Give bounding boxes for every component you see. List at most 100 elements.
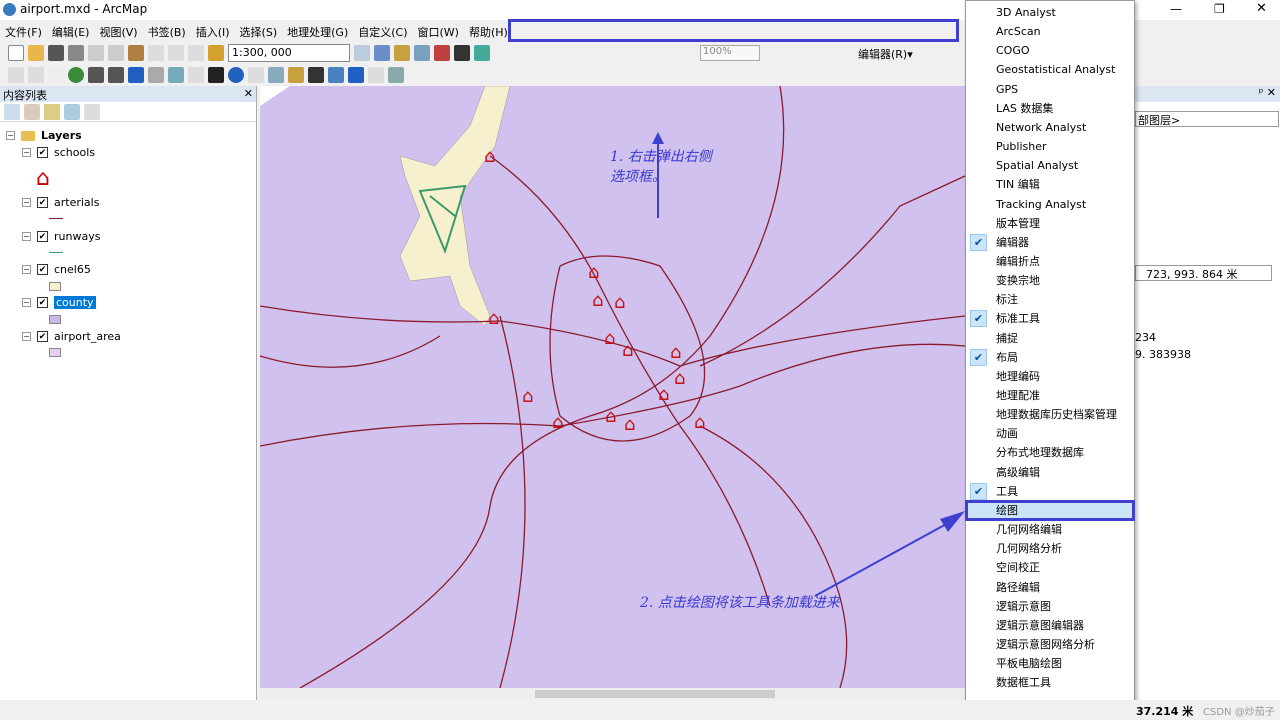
select-elements-icon[interactable]	[208, 67, 224, 83]
menu-item[interactable]: Network Analyst	[966, 118, 1134, 137]
options-icon[interactable]	[84, 104, 100, 120]
hyperlink-icon[interactable]	[248, 67, 264, 83]
forward-icon[interactable]	[148, 67, 164, 83]
paste-icon[interactable]	[128, 45, 144, 61]
zoom-in-icon[interactable]	[8, 67, 24, 83]
menu-item[interactable]: 地理配准	[966, 386, 1134, 405]
find-icon[interactable]	[308, 67, 324, 83]
find-route-icon[interactable]	[328, 67, 344, 83]
html-popup-icon[interactable]	[268, 67, 284, 83]
menu-item[interactable]: 地理编码	[966, 367, 1134, 386]
menu-7[interactable]: 自定义(C)	[353, 20, 412, 44]
menu-item[interactable]: 逻辑示意图编辑器	[966, 616, 1134, 635]
menu-item[interactable]: TIN 编辑	[966, 175, 1134, 194]
time-slider-icon[interactable]	[368, 67, 384, 83]
menu-4[interactable]: 插入(I)	[191, 20, 235, 44]
checkbox[interactable]: ✔	[37, 197, 48, 208]
full-extent-icon[interactable]	[68, 67, 84, 83]
select-features-icon[interactable]	[168, 67, 184, 83]
menu-item[interactable]: ✔ 标准工具	[966, 309, 1134, 328]
delete-icon[interactable]	[148, 45, 164, 61]
undo-icon[interactable]	[168, 45, 184, 61]
map-horizontal-scrollbar[interactable]	[260, 688, 965, 700]
menu-item[interactable]: 分布式地理数据库	[966, 443, 1134, 462]
menu-5[interactable]: 选择(S)	[235, 20, 283, 44]
menu-item[interactable]: 版本管理	[966, 214, 1134, 233]
menu-item[interactable]: Tracking Analyst	[966, 195, 1134, 214]
checkbox[interactable]: ✔	[37, 297, 48, 308]
menu-item[interactable]: 逻辑示意图网络分析	[966, 635, 1134, 654]
menu-item[interactable]: Geostatistical Analyst	[966, 60, 1134, 79]
maximize-button[interactable]: ❐	[1214, 2, 1225, 16]
layer-combobox[interactable]: 部图层>	[1135, 111, 1279, 127]
list-by-drawing-order-icon[interactable]	[4, 104, 20, 120]
fixed-zoom-in-icon[interactable]	[88, 67, 104, 83]
create-viewer-icon[interactable]	[388, 67, 404, 83]
clear-selection-icon[interactable]	[188, 67, 204, 83]
python-icon[interactable]	[454, 45, 470, 61]
catalog-icon[interactable]	[394, 45, 410, 61]
menu-item[interactable]: ✔ 编辑器	[966, 233, 1134, 252]
menu-item[interactable]: 数据框工具	[966, 673, 1134, 692]
checkbox[interactable]: ✔	[37, 264, 48, 275]
print-icon[interactable]	[68, 45, 84, 61]
checkbox[interactable]: ✔	[37, 231, 48, 242]
close-icon[interactable]: ✕	[244, 87, 253, 100]
close-button[interactable]: ✕	[1256, 1, 1267, 16]
zoom-out-icon[interactable]	[28, 67, 44, 83]
menu-item[interactable]: 地理数据库历史档案管理	[966, 405, 1134, 424]
menu-2[interactable]: 视图(V)	[94, 20, 142, 44]
layers-root[interactable]: − Layers	[6, 129, 82, 142]
menu-item[interactable]: 标注	[966, 290, 1134, 309]
menu-1[interactable]: 编辑(E)	[47, 20, 95, 44]
redo-icon[interactable]	[188, 45, 204, 61]
save-icon[interactable]	[48, 45, 64, 61]
layer-arterials[interactable]: − ✔ arterials	[22, 196, 99, 209]
menu-item[interactable]: 变换宗地	[966, 271, 1134, 290]
menu-item[interactable]: Spatial Analyst	[966, 156, 1134, 175]
layer-schools[interactable]: − ✔ schools	[22, 146, 95, 159]
menu-item[interactable]: 几何网络分析	[966, 539, 1134, 558]
list-by-visibility-icon[interactable]	[44, 104, 60, 120]
search-window-icon[interactable]	[414, 45, 430, 61]
cut-icon[interactable]	[88, 45, 104, 61]
modelbuilder-icon[interactable]	[474, 45, 490, 61]
scale-combobox[interactable]: 1:300, 000	[228, 44, 350, 62]
layer-cnel65[interactable]: − ✔ cnel65	[22, 263, 91, 276]
menu-3[interactable]: 书签(B)	[143, 20, 191, 44]
fixed-zoom-out-icon[interactable]	[108, 67, 124, 83]
back-icon[interactable]	[128, 67, 144, 83]
menu-item[interactable]: 逻辑示意图	[966, 597, 1134, 616]
arctoolbox-icon[interactable]	[434, 45, 450, 61]
menu-item[interactable]: 绘图	[965, 499, 1135, 521]
menu-6[interactable]: 地理处理(G)	[282, 20, 353, 44]
map-view[interactable]: ⌂ ⌂ ⌂ ⌂ ⌂ ⌂ ⌂ ⌂ ⌂ ⌂ ⌂ ⌂ ⌂ ⌂ ⌂ 1. 右击弹出右侧 选项框。 2. 点击绘图将该…	[260, 86, 965, 688]
menu-item[interactable]: ✔ 布局	[966, 348, 1134, 367]
list-by-source-icon[interactable]	[24, 104, 40, 120]
menu-item[interactable]: ✔ 工具	[966, 482, 1134, 501]
menu-item[interactable]: COGO	[966, 41, 1134, 60]
list-by-selection-icon[interactable]	[64, 104, 80, 120]
menu-item[interactable]: 捕捉	[966, 329, 1134, 348]
layer-county[interactable]: − ✔ county	[22, 296, 96, 309]
menu-item[interactable]: 几何网络编辑	[966, 520, 1134, 539]
checkbox[interactable]: ✔	[37, 331, 48, 342]
go-to-xy-icon[interactable]	[348, 67, 364, 83]
menu-9[interactable]: 帮助(H)	[464, 20, 513, 44]
zoom-combobox[interactable]: 100%	[700, 45, 760, 61]
pan-icon[interactable]	[48, 67, 64, 83]
menu-item[interactable]: GPS	[966, 80, 1134, 99]
menu-item[interactable]: 编辑折点	[966, 252, 1134, 271]
menu-item[interactable]: 3D Analyst	[966, 3, 1134, 22]
menu-item[interactable]: 空间校正	[966, 558, 1134, 577]
menu-0[interactable]: 文件(F)	[0, 20, 47, 44]
menu-item[interactable]: ArcScan	[966, 22, 1134, 41]
open-icon[interactable]	[28, 45, 44, 61]
checkbox[interactable]: ✔	[37, 147, 48, 158]
add-data-icon[interactable]	[208, 45, 224, 61]
menu-item[interactable]: 平板电脑绘图	[966, 654, 1134, 673]
menu-item[interactable]: 动画	[966, 424, 1134, 443]
menu-item[interactable]: LAS 数据集	[966, 99, 1134, 118]
toc-icon[interactable]	[374, 45, 390, 61]
new-icon[interactable]	[8, 45, 24, 61]
